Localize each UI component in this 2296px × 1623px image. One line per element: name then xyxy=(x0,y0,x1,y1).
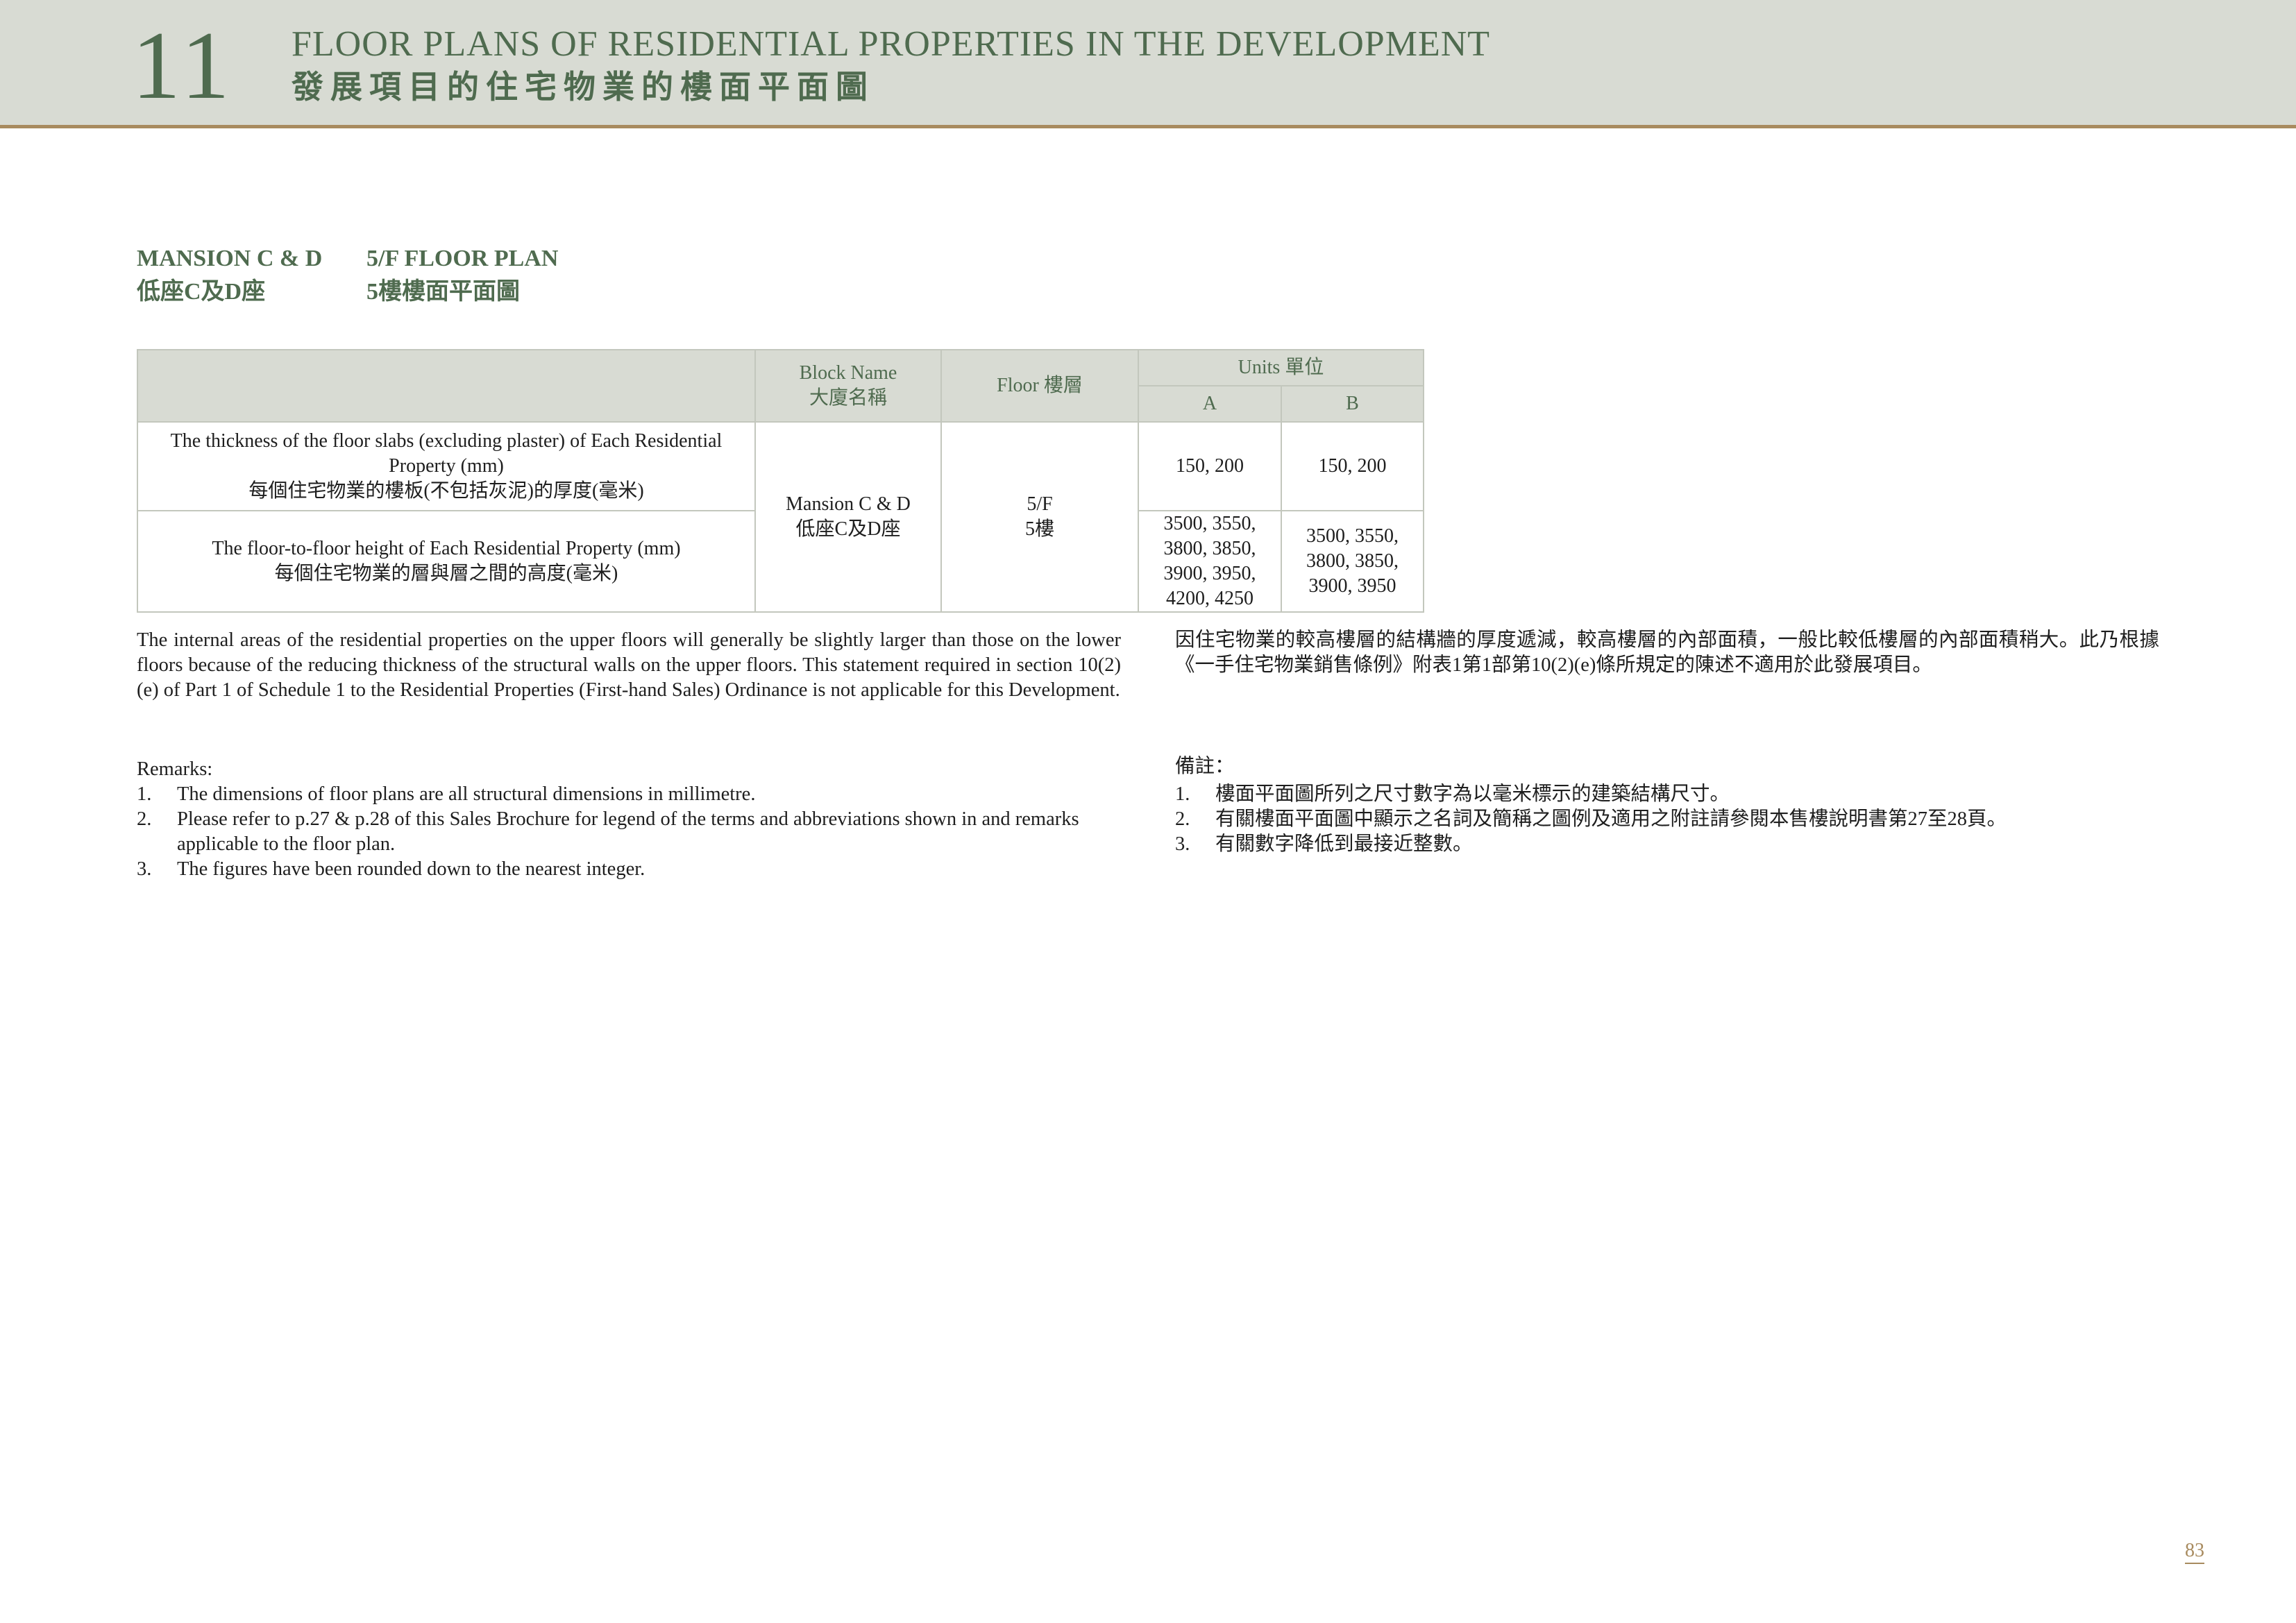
list-item-number: 3. xyxy=(1175,833,1190,855)
list-item: 1. 樓面平面圖所列之尺寸數字為以毫米標示的建築結構尺寸。 xyxy=(1175,782,2159,807)
list-item: 3. The figures have been rounded down to … xyxy=(137,857,1121,882)
cell-floor: 5/F 5樓 xyxy=(940,421,1139,613)
list-item-number: 2. xyxy=(1175,808,1190,830)
table-header-block-zh: 大廈名稱 xyxy=(809,387,887,409)
cell-block-name: Mansion C & D 低座C及D座 xyxy=(754,421,942,613)
table-header-unit-b: B xyxy=(1281,385,1424,423)
list-item: 1. The dimensions of floor plans are all … xyxy=(137,782,1121,807)
cell-height-unit-a: 3500, 3550, 3800, 3850, 3900, 3950, 4200… xyxy=(1138,510,1282,613)
page-header: 11 FLOOR PLANS OF RESIDENTIAL PROPERTIES… xyxy=(0,0,2296,128)
list-item-text: 有關數字降低到最接近整數。 xyxy=(1215,833,1473,855)
row-label-zh: 每個住宅物業的層與層之間的高度(毫米) xyxy=(274,563,618,584)
row-label-slab-thickness: The thickness of the floor slabs (exclud… xyxy=(137,421,756,511)
remarks-title-zh: 備註： xyxy=(1175,756,1235,777)
table-header-floor: Floor 樓層 xyxy=(940,349,1139,423)
list-item: 2. Please refer to p.27 & p.28 of this Sa… xyxy=(137,807,1121,857)
block-name-en: MANSION C & D xyxy=(137,246,323,271)
table-header-block-en: Block Name xyxy=(799,362,897,384)
list-item: 3. 有關數字降低到最接近整數。 xyxy=(1175,832,2159,857)
block-name-zh: 低座C及D座 xyxy=(137,279,266,305)
row-label-en: The floor-to-floor height of Each Reside… xyxy=(212,538,681,559)
row-label-floor-height: The floor-to-floor height of Each Reside… xyxy=(137,510,756,613)
list-item-text: 有關樓面平面圖中顯示之名詞及簡稱之圖例及適用之附註請參閱本售樓說明書第27至28… xyxy=(1215,808,2007,830)
row-label-zh: 每個住宅物業的樓板(不包括灰泥)的厚度(毫米) xyxy=(248,480,644,502)
page-number: 83 xyxy=(2185,1539,2204,1564)
cell-height-unit-b: 3500, 3550, 3800, 3850, 3900, 3950 xyxy=(1281,510,1424,613)
list-item-text: The figures have been rounded down to th… xyxy=(177,858,645,880)
list-item-text: The dimensions of floor plans are all st… xyxy=(177,783,756,805)
floor-plan-title-en: 5/F FLOOR PLAN xyxy=(366,246,559,271)
list-item: 2. 有關樓面平面圖中顯示之名詞及簡稱之圖例及適用之附註請參閱本售樓說明書第27至… xyxy=(1175,807,2159,832)
statement-zh: 因住宅物業的較高樓層的結構牆的厚度遞減，較高樓層的內部面積，一般比較低樓層的內部… xyxy=(1175,629,2159,676)
cell-block-name-zh: 低座C及D座 xyxy=(795,518,901,540)
chapter-title-en: FLOOR PLANS OF RESIDENTIAL PROPERTIES IN… xyxy=(292,24,1491,64)
cell-floor-en: 5/F xyxy=(1027,493,1053,515)
cell-block-name-en: Mansion C & D xyxy=(786,493,911,515)
table-header-block: Block Name 大廈名稱 xyxy=(754,349,942,423)
list-item-text: Please refer to p.27 & p.28 of this Sale… xyxy=(177,808,1079,855)
statement-en: The internal areas of the residential pr… xyxy=(137,629,1121,701)
list-item-number: 1. xyxy=(137,783,152,805)
floor-plan-title-zh: 5樓樓面平面圖 xyxy=(366,279,520,305)
list-item-number: 3. xyxy=(137,858,152,880)
table-row: The thickness of the floor slabs (exclud… xyxy=(137,421,1424,613)
table-header-unit-a: A xyxy=(1138,385,1282,423)
cell-slab-unit-b: 150, 200 xyxy=(1281,421,1424,511)
table-header-empty xyxy=(137,349,756,423)
cell-slab-unit-a: 150, 200 xyxy=(1138,421,1282,511)
remarks-list-zh: 1. 樓面平面圖所列之尺寸數字為以毫米標示的建築結構尺寸。 2. 有關樓面平面圖中顯… xyxy=(1175,782,2159,857)
chapter-number: 11 xyxy=(132,12,234,119)
list-item-number: 1. xyxy=(1175,783,1190,805)
remarks-title-en: Remarks: xyxy=(137,758,213,780)
list-item-text: 樓面平面圖所列之尺寸數字為以毫米標示的建築結構尺寸。 xyxy=(1215,783,1730,805)
chapter-title-zh: 發展項目的住宅物業的樓面平面圖 xyxy=(292,69,875,105)
table-header-units: Units 單位 xyxy=(1138,349,1424,386)
remarks-list-en: 1. The dimensions of floor plans are all … xyxy=(137,782,1121,882)
cell-floor-zh: 5樓 xyxy=(1024,518,1054,540)
row-label-en: The thickness of the floor slabs (exclud… xyxy=(170,430,723,477)
list-item-number: 2. xyxy=(137,808,152,830)
structural-spec-table: Block Name 大廈名稱 Floor 樓層 Units 單位 A B Th… xyxy=(137,349,1424,613)
